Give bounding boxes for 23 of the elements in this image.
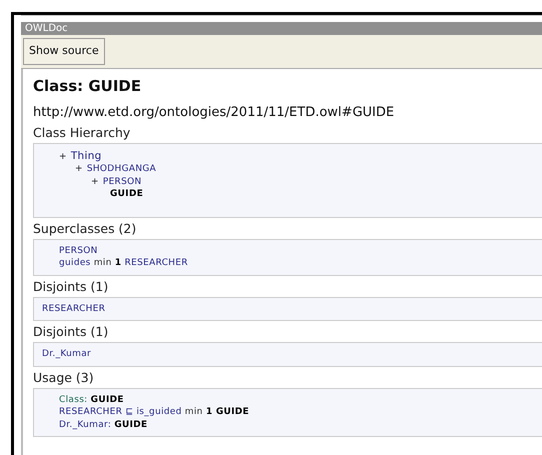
section-title: Disjoints (1) — [33, 278, 110, 294]
axiom-line: RESEARCHER ⊑ is_guided min 1 GUIDE — [59, 406, 250, 418]
axiom-line: RESEARCHER — [42, 302, 106, 315]
section-title: Superclasses (2) — [33, 220, 138, 236]
section-title: Disjoints (1) — [33, 324, 110, 339]
axiom-line: guides min 1 RESEARCHER — [59, 257, 189, 270]
tree-node-label[interactable]: Thing — [70, 150, 102, 162]
axiom-line: Dr._Kumar — [42, 348, 92, 360]
tree-node-label: GUIDE — [110, 189, 144, 199]
show-source-button[interactable]: Show source — [23, 38, 105, 64]
tree-node-label[interactable]: PERSON — [102, 176, 142, 186]
axiom-line: PERSON — [59, 244, 99, 257]
section-title: Usage (3) — [33, 370, 95, 384]
expand-marker[interactable]: + — [59, 152, 67, 162]
window-title: OWLDoc — [21, 22, 542, 35]
expand-marker[interactable]: + — [75, 164, 83, 174]
axiom-line: Dr._Kumar: GUIDE — [59, 418, 149, 431]
class-heading: Class: GUIDE — [33, 76, 142, 94]
section-title: Class Hierarchy — [33, 124, 132, 140]
class-uri: http://www.etd.org/ontologies/2011/11/ETD.owl#GUIDE — [33, 104, 396, 120]
axiom-line: Class: GUIDE — [59, 394, 125, 406]
expand-marker[interactable]: + — [91, 176, 99, 186]
tree-node-label[interactable]: SHODHGANGA — [86, 164, 156, 174]
